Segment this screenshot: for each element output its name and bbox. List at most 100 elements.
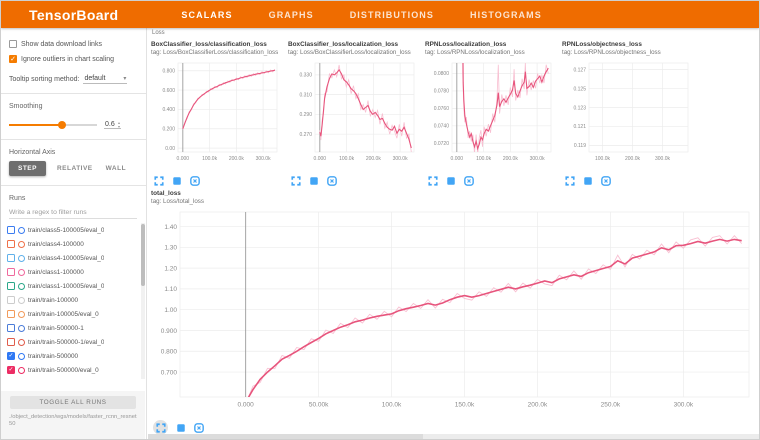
svg-text:100.0k: 100.0k	[339, 156, 355, 162]
nav-tabs: SCALARS GRAPHS DISTRIBUTIONS HISTOGRAMS	[180, 1, 542, 28]
runs-filter-input[interactable]	[9, 207, 137, 219]
run-isolator-radio-icon[interactable]	[18, 353, 25, 360]
toggle-all-runs-button[interactable]: TOGGLE ALL RUNS	[10, 396, 136, 409]
chart-plot-boxclassifier-classification-loss[interactable]: 0.000.2000.4000.6000.8000.000100.0k200.0…	[151, 59, 282, 163]
run-row[interactable]: train/train-100000	[7, 293, 146, 307]
app-title: TensorBoard	[29, 7, 118, 23]
run-visibility-checkbox[interactable]	[7, 310, 15, 318]
run-visibility-checkbox[interactable]	[7, 282, 15, 290]
smoothing-value-input[interactable]: 0.6 ▴▾	[104, 121, 121, 129]
svg-text:200.0k: 200.0k	[625, 156, 641, 162]
run-row[interactable]: train/class4-100000	[7, 237, 146, 251]
axis-button-step[interactable]: STEP	[9, 161, 46, 176]
run-isolator-radio-icon[interactable]	[18, 227, 25, 234]
svg-text:0.00: 0.00	[165, 146, 175, 152]
run-visibility-checkbox[interactable]	[7, 268, 15, 276]
fullscreen-icon[interactable]	[290, 175, 301, 186]
chart-plot-total-loss[interactable]: 0.7000.8000.9001.001.101.201.301.400.000…	[151, 208, 757, 410]
chart-plot-rpnloss-localization-loss[interactable]: 0.07200.07400.07600.07800.08000.000100.0…	[425, 59, 556, 163]
axis-button-wall[interactable]: WALL	[104, 162, 128, 175]
run-name: train/class1-100000	[28, 269, 84, 276]
main-content: Loss BoxClassifier_loss/classification_l…	[148, 28, 759, 439]
svg-text:300.0k: 300.0k	[674, 402, 694, 409]
run-row[interactable]: ✓ train/train-500000/eval_0	[7, 363, 146, 377]
svg-text:300.0k: 300.0k	[393, 156, 409, 162]
fullscreen-icon[interactable]	[153, 175, 164, 186]
run-visibility-checkbox[interactable]	[7, 240, 15, 248]
svg-text:0.0740: 0.0740	[434, 124, 450, 130]
run-row[interactable]: train/class5-100005/eval_0	[7, 223, 146, 237]
expanded-size-icon[interactable]	[171, 175, 182, 186]
fullscreen-icon[interactable]	[564, 175, 575, 186]
run-row[interactable]: train/train-100005/eval_0	[7, 307, 146, 321]
chart-title: BoxClassifier_loss/localization_loss	[288, 41, 422, 49]
close-card-icon[interactable]	[600, 175, 611, 186]
chart-plot-boxclassifier-localization-loss[interactable]: 0.2700.2900.3100.3300.000100.0k200.0k300…	[288, 59, 419, 163]
run-visibility-checkbox[interactable]	[7, 296, 15, 304]
run-isolator-radio-icon[interactable]	[18, 269, 25, 276]
tab-distributions[interactable]: DISTRIBUTIONS	[349, 1, 435, 29]
expanded-size-icon[interactable]	[582, 175, 593, 186]
run-visibility-checkbox[interactable]	[7, 324, 15, 332]
chart-card-toolbar	[564, 173, 696, 188]
close-card-icon[interactable]	[193, 422, 204, 433]
scalar-cards-row: BoxClassifier_loss/classification_lossta…	[151, 41, 696, 188]
run-name: train/class4-100005/eval_0	[28, 255, 104, 262]
svg-text:100.0k: 100.0k	[382, 402, 402, 409]
expanded-size-icon[interactable]	[175, 422, 186, 433]
run-visibility-checkbox[interactable]	[7, 226, 15, 234]
chart-card-toolbar	[427, 173, 559, 188]
chart-card-rpnloss-objectness-loss: RPNLoss/objectness_losstag: Loss/RPNLoss…	[562, 41, 696, 188]
smoothing-value: 0.6	[105, 121, 116, 128]
run-isolator-radio-icon[interactable]	[18, 339, 25, 346]
axis-button-relative[interactable]: RELATIVE	[55, 162, 95, 175]
run-row[interactable]: train/class1-100000	[7, 265, 146, 279]
fullscreen-icon[interactable]	[153, 420, 168, 435]
tab-graphs[interactable]: GRAPHS	[268, 1, 315, 29]
svg-text:0.0720: 0.0720	[434, 141, 450, 147]
spinner-arrows-icon[interactable]: ▴▾	[118, 121, 120, 128]
run-visibility-checkbox[interactable]	[7, 254, 15, 262]
runs-scrollbar[interactable]	[141, 223, 145, 379]
fullscreen-icon[interactable]	[427, 175, 438, 186]
run-row[interactable]: ✓train/train-500000	[7, 349, 146, 363]
tab-histograms[interactable]: HISTOGRAMS	[469, 1, 543, 29]
close-card-icon[interactable]	[189, 175, 200, 186]
tooltip-sort-dropdown[interactable]: default ▾	[83, 74, 127, 84]
run-visibility-checkbox[interactable]: ✓	[7, 366, 15, 374]
run-isolator-radio-icon[interactable]	[18, 297, 25, 304]
close-card-icon[interactable]	[326, 175, 337, 186]
run-visibility-checkbox[interactable]	[7, 338, 15, 346]
tab-scalars[interactable]: SCALARS	[180, 1, 233, 29]
ignore-outliers-checkbox[interactable]: ✓	[9, 55, 17, 63]
run-name: train/class5-100005/eval_0	[28, 227, 104, 234]
smoothing-row: 0.6 ▴▾	[9, 120, 138, 130]
run-visibility-checkbox[interactable]: ✓	[7, 352, 15, 360]
run-row[interactable]: train/class1-100005/eval_0	[7, 279, 146, 293]
horizontal-scrollbar[interactable]	[148, 434, 759, 439]
svg-text:50.00k: 50.00k	[309, 402, 329, 409]
horizontal-axis-buttons: STEP RELATIVE WALL	[9, 161, 146, 176]
show-download-links-checkbox[interactable]	[9, 40, 17, 48]
run-isolator-radio-icon[interactable]	[18, 367, 25, 374]
expanded-size-icon[interactable]	[445, 175, 456, 186]
expanded-size-icon[interactable]	[308, 175, 319, 186]
smoothing-slider[interactable]	[9, 120, 97, 130]
svg-text:0.000: 0.000	[238, 402, 255, 409]
run-row[interactable]: train/train-500000-1/eval_0	[7, 335, 146, 349]
runs-list: train/class5-100005/eval_0 train/class4-1…	[7, 223, 146, 379]
close-card-icon[interactable]	[463, 175, 474, 186]
run-isolator-radio-icon[interactable]	[18, 241, 25, 248]
svg-text:0.800: 0.800	[162, 68, 175, 74]
run-row[interactable]: train/class4-100005/eval_0	[7, 251, 146, 265]
svg-text:250.0k: 250.0k	[601, 402, 621, 409]
run-name: train/train-500000/eval_0	[28, 367, 99, 374]
run-isolator-radio-icon[interactable]	[18, 255, 25, 262]
run-isolator-radio-icon[interactable]	[18, 325, 25, 332]
chart-plot-rpnloss-objectness-loss[interactable]: 0.1190.1210.1230.1250.127100.0k200.0k300…	[562, 59, 693, 163]
slider-thumb-icon[interactable]	[58, 121, 66, 129]
run-row[interactable]: train/train-500000-1	[7, 321, 146, 335]
run-isolator-radio-icon[interactable]	[18, 311, 25, 318]
total-loss-card-slot: total_losstag: Loss/total_loss0.7000.800…	[151, 190, 760, 435]
run-isolator-radio-icon[interactable]	[18, 283, 25, 290]
